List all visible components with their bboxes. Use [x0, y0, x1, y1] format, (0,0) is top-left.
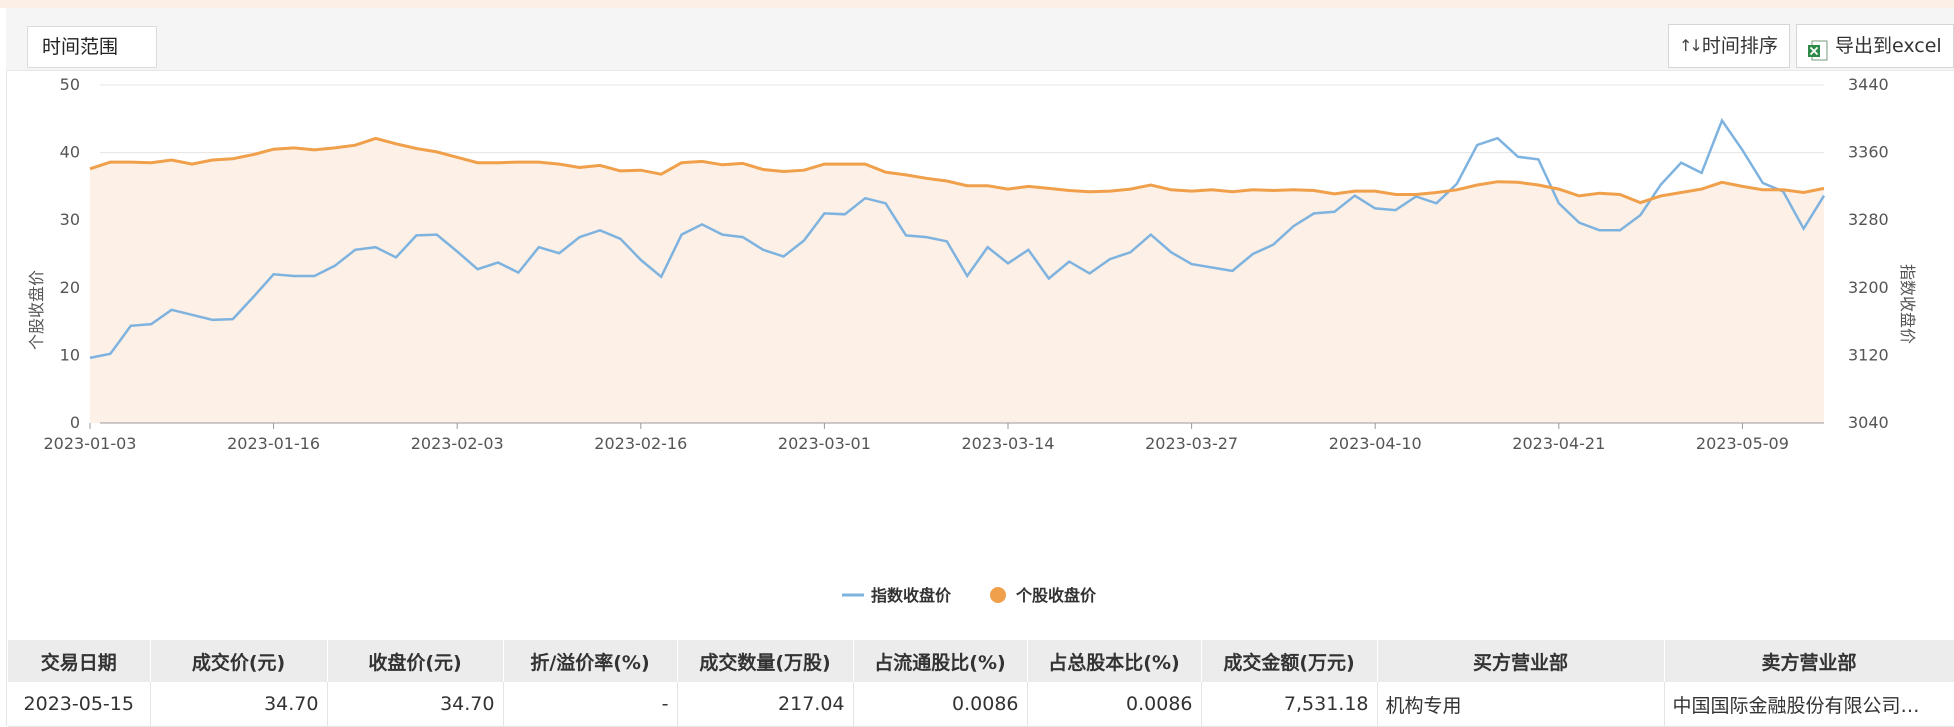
x-tick-label: 2023-04-10	[1329, 434, 1422, 453]
left-axis-title: 个股收盘价	[27, 270, 46, 350]
y-left-tick-label: 10	[60, 345, 80, 364]
column-header-trade-price[interactable]: 成交价(元)	[150, 640, 328, 682]
legend-item-stock[interactable]: 个股收盘价	[990, 586, 1097, 605]
cell-trade-volume: 217.04	[677, 682, 854, 727]
y-left-tick-label: 30	[60, 210, 80, 229]
legend-stock-label: 个股收盘价	[1015, 586, 1097, 605]
cell-total-share-ratio: 0.0086	[1027, 682, 1202, 727]
cell-float-share-ratio: 0.0086	[853, 682, 1028, 727]
y-right-tick-label: 3200	[1848, 278, 1889, 297]
y-left-tick-label: 50	[60, 75, 80, 94]
y-right-tick-label: 3440	[1848, 75, 1889, 94]
cell-buyer-branch: 机构专用	[1377, 682, 1665, 727]
time-sort-label: 时间排序	[1701, 35, 1778, 57]
x-tick-label: 2023-05-09	[1696, 434, 1789, 453]
x-tick-label: 2023-02-03	[411, 434, 504, 453]
chart-legend: 指数收盘价 个股收盘价	[842, 586, 1097, 605]
sort-arrows-icon: ↑↓	[1679, 36, 1703, 55]
time-range-button[interactable]: 时间范围	[27, 26, 157, 68]
cell-close-price: 34.70	[327, 682, 504, 727]
y-left-tick-label: 20	[60, 278, 80, 297]
time-sort-button[interactable]: ↑↓ 时间排序	[1668, 24, 1790, 68]
legend-index-label: 指数收盘价	[871, 586, 952, 605]
right-axis-title: 指数收盘价	[1898, 264, 1917, 344]
y-left-tick-label: 40	[60, 143, 80, 162]
column-header-close-price[interactable]: 收盘价(元)	[327, 640, 504, 682]
price-chart: 0 3040 10 3120 20 3200 30 3280 40 3360 50 3440 2023-…	[27, 75, 1917, 605]
table-header-row: 交易日期 成交价(元) 收盘价(元) 折/溢价率(%) 成交数量(万股) 占流通股比(%)…	[8, 640, 1954, 682]
export-excel-label: 导出到excel	[1835, 35, 1942, 57]
toolbar: 时间范围 ↑↓ 时间排序 导出到excel	[6, 8, 1954, 71]
legend-item-index[interactable]: 指数收盘价	[842, 586, 952, 605]
x-tick-label: 2023-01-16	[227, 434, 320, 453]
legend-stock-swatch	[990, 587, 1006, 603]
stock-price-area	[90, 138, 1824, 423]
column-header-buyer-branch[interactable]: 买方营业部	[1377, 640, 1665, 682]
column-header-trade-volume[interactable]: 成交数量(万股)	[677, 640, 854, 682]
top-accent-strip	[0, 0, 1954, 8]
time-range-label: 时间范围	[42, 36, 119, 58]
x-tick-label: 2023-03-27	[1145, 434, 1238, 453]
cell-premium-rate: -	[503, 682, 678, 727]
block-trade-table: 交易日期 成交价(元) 收盘价(元) 折/溢价率(%) 成交数量(万股) 占流通股比(%)…	[8, 640, 1954, 727]
column-header-trade-date[interactable]: 交易日期	[8, 640, 151, 682]
table-row: 2023-05-15 34.70 34.70-217.04 0.0086 0.0086 7…	[8, 682, 1954, 727]
cell-trade-price: 34.70	[150, 682, 328, 727]
y-right-tick-label: 3120	[1848, 345, 1889, 364]
cell-trade-amount: 7,531.18	[1201, 682, 1378, 727]
y-right-tick-label: 3040	[1848, 413, 1889, 432]
x-tick-label: 2023-04-21	[1512, 434, 1605, 453]
cell-trade-date: 2023-05-15	[8, 682, 151, 727]
y-right-tick-label: 3280	[1848, 210, 1889, 229]
column-header-trade-amount[interactable]: 成交金额(万元)	[1201, 640, 1378, 682]
column-header-premium-rate[interactable]: 折/溢价率(%)	[503, 640, 678, 682]
y-right-tick-label: 3360	[1848, 143, 1889, 162]
column-header-float-share-ratio[interactable]: 占流通股比(%)	[853, 640, 1028, 682]
x-tick-label: 2023-01-03	[44, 434, 137, 453]
cell-seller-branch: 中国国际金融股份有限公司…	[1664, 682, 1954, 727]
x-tick-label: 2023-02-16	[594, 434, 687, 453]
x-tick-label: 2023-03-14	[962, 434, 1055, 453]
export-excel-button[interactable]: 导出到excel	[1796, 24, 1954, 68]
excel-icon	[1807, 35, 1829, 61]
y-left-tick-label: 0	[70, 413, 80, 432]
x-tick-label: 2023-03-01	[778, 434, 871, 453]
column-header-seller-branch[interactable]: 卖方营业部	[1664, 640, 1954, 682]
column-header-total-share-ratio[interactable]: 占总股本比(%)	[1027, 640, 1202, 682]
